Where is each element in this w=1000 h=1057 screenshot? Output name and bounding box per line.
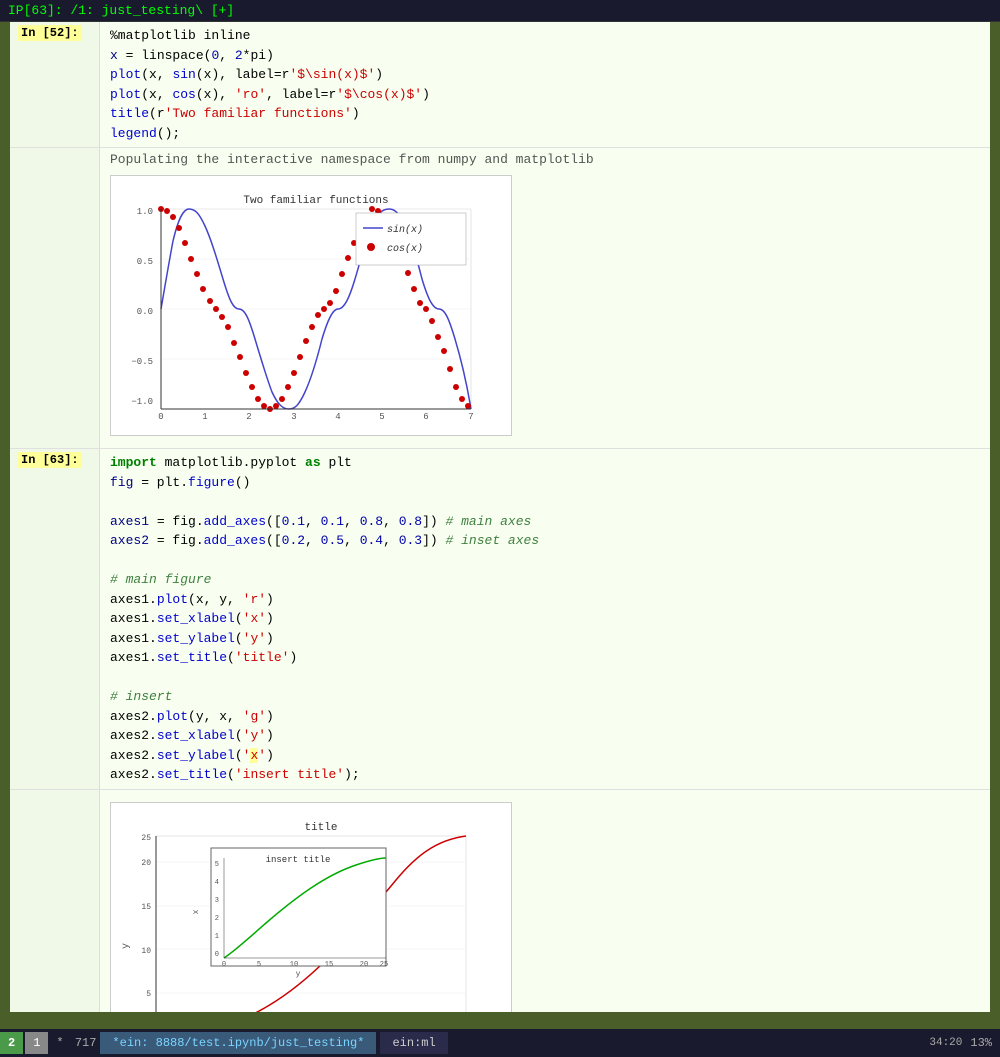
code-line: axes1.set_title('title') — [110, 648, 980, 668]
svg-text:5: 5 — [215, 861, 219, 869]
code-line: # insert — [110, 687, 980, 707]
svg-text:5: 5 — [379, 412, 384, 422]
svg-text:title: title — [304, 822, 337, 834]
chart2-svg: title y x 0 5 10 — [111, 803, 511, 1013]
svg-text:10: 10 — [290, 961, 298, 969]
svg-text:5: 5 — [257, 961, 261, 969]
code-line: axes2 = fig.add_axes([0.2, 0.5, 0.4, 0.3… — [110, 531, 980, 551]
svg-text:4: 4 — [215, 879, 219, 887]
cell-output-63: title y x 0 5 10 — [10, 790, 990, 1013]
svg-text:sin(x): sin(x) — [387, 224, 423, 236]
svg-text:6: 6 — [423, 412, 428, 422]
svg-text:cos(x): cos(x) — [387, 243, 423, 255]
svg-text:5: 5 — [146, 990, 151, 999]
cell-label-output — [10, 148, 100, 448]
svg-text:1: 1 — [202, 412, 207, 422]
title-text: IP[63]: /1: just_testing\ [+] — [8, 3, 234, 18]
svg-text:0.5: 0.5 — [137, 257, 153, 267]
status-mode: ein:ml — [380, 1032, 447, 1054]
code-line — [110, 668, 980, 688]
code-line: legend(); — [110, 124, 980, 144]
svg-text:1: 1 — [215, 933, 219, 941]
svg-text:2: 2 — [246, 412, 251, 422]
svg-text:4: 4 — [335, 412, 340, 422]
code-line: x = linspace(0, 2*pi) — [110, 46, 980, 66]
status-cell-num1: 2 — [0, 1032, 23, 1054]
code-line: axes2.set_xlabel('y') — [110, 726, 980, 746]
status-filename[interactable]: *ein: 8888/test.ipynb/just_testing* — [100, 1032, 376, 1054]
svg-text:0: 0 — [222, 961, 226, 969]
code-line: title(r'Two familiar functions') — [110, 104, 980, 124]
code-line — [110, 492, 980, 512]
code-line: %matplotlib inline — [110, 26, 980, 46]
svg-text:y: y — [296, 970, 301, 979]
namespace-text: Populating the interactive namespace fro… — [110, 152, 980, 167]
code-line: axes2.set_title('insert title'); — [110, 765, 980, 785]
svg-text:0: 0 — [158, 412, 163, 422]
svg-text:20: 20 — [360, 961, 368, 969]
svg-text:15: 15 — [325, 961, 333, 969]
svg-text:1.0: 1.0 — [137, 207, 153, 217]
code-line: axes1.set_xlabel('x') — [110, 609, 980, 629]
svg-text:20: 20 — [141, 859, 151, 868]
svg-text:0.0: 0.0 — [137, 307, 153, 317]
status-bar: 2 1 * 717 *ein: 8888/test.ipynb/just_tes… — [0, 1029, 1000, 1057]
svg-text:2: 2 — [215, 915, 219, 923]
svg-text:−0.5: −0.5 — [131, 357, 153, 367]
code-line: axes1.plot(x, y, 'r') — [110, 590, 980, 610]
cell-output-chart2: title y x 0 5 10 — [100, 790, 990, 1013]
title-bar: IP[63]: /1: just_testing\ [+] — [0, 0, 1000, 22]
svg-text:y: y — [121, 942, 132, 948]
svg-text:10: 10 — [141, 947, 151, 956]
svg-text:3: 3 — [215, 897, 219, 905]
chart1-container: Two familiar functions 1.0 0.5 0.0 −0.5 … — [110, 175, 512, 436]
cell-output-52: Populating the interactive namespace fro… — [10, 148, 990, 449]
code-line: import matplotlib.pyplot as plt — [110, 453, 980, 473]
svg-text:0: 0 — [215, 951, 219, 959]
code-line: axes2.set_ylabel('x') — [110, 746, 980, 766]
cell-label-output-63 — [10, 790, 100, 1013]
chart2-container: title y x 0 5 10 — [110, 802, 512, 1013]
cell-in-63: In [63]: import matplotlib.pyplot as plt… — [10, 449, 990, 790]
code-line: # main figure — [110, 570, 980, 590]
cell-code-52[interactable]: %matplotlib inline x = linspace(0, 2*pi)… — [100, 22, 990, 147]
status-modified: * — [56, 1036, 70, 1050]
notebook: In [52]: %matplotlib inline x = linspace… — [10, 22, 990, 1012]
code-line: axes1 = fig.add_axes([0.1, 0.1, 0.8, 0.8… — [110, 512, 980, 532]
status-percent: 13% — [970, 1036, 992, 1050]
svg-text:3: 3 — [291, 412, 296, 422]
status-position: 34:20 — [929, 1037, 962, 1049]
svg-text:−1.0: −1.0 — [131, 397, 153, 407]
chart1-svg: Two familiar functions 1.0 0.5 0.0 −0.5 … — [111, 176, 511, 431]
svg-text:25: 25 — [380, 961, 388, 969]
chart1-title: Two familiar functions — [243, 195, 388, 207]
svg-text:15: 15 — [141, 903, 151, 912]
cell-label-52: In [52]: — [10, 22, 100, 147]
status-cell-num2: 1 — [25, 1032, 48, 1054]
cell-label-63: In [63]: — [10, 449, 100, 789]
status-linecount: 717 — [75, 1036, 97, 1050]
svg-text:7: 7 — [468, 412, 473, 422]
code-line: axes2.plot(y, x, 'g') — [110, 707, 980, 727]
cell-code-63[interactable]: import matplotlib.pyplot as plt fig = pl… — [100, 449, 990, 789]
code-line: axes1.set_ylabel('y') — [110, 629, 980, 649]
cell-output-text: Populating the interactive namespace fro… — [100, 148, 990, 448]
svg-text:x: x — [192, 909, 201, 914]
code-line: plot(x, sin(x), label=r'$\sin(x)$') — [110, 65, 980, 85]
svg-text:25: 25 — [141, 834, 151, 843]
cell-in-52: In [52]: %matplotlib inline x = linspace… — [10, 22, 990, 148]
code-line: plot(x, cos(x), 'ro', label=r'$\cos(x)$'… — [110, 85, 980, 105]
code-line — [110, 551, 980, 571]
svg-text:insert title: insert title — [266, 855, 331, 865]
code-line: fig = plt.figure() — [110, 473, 980, 493]
